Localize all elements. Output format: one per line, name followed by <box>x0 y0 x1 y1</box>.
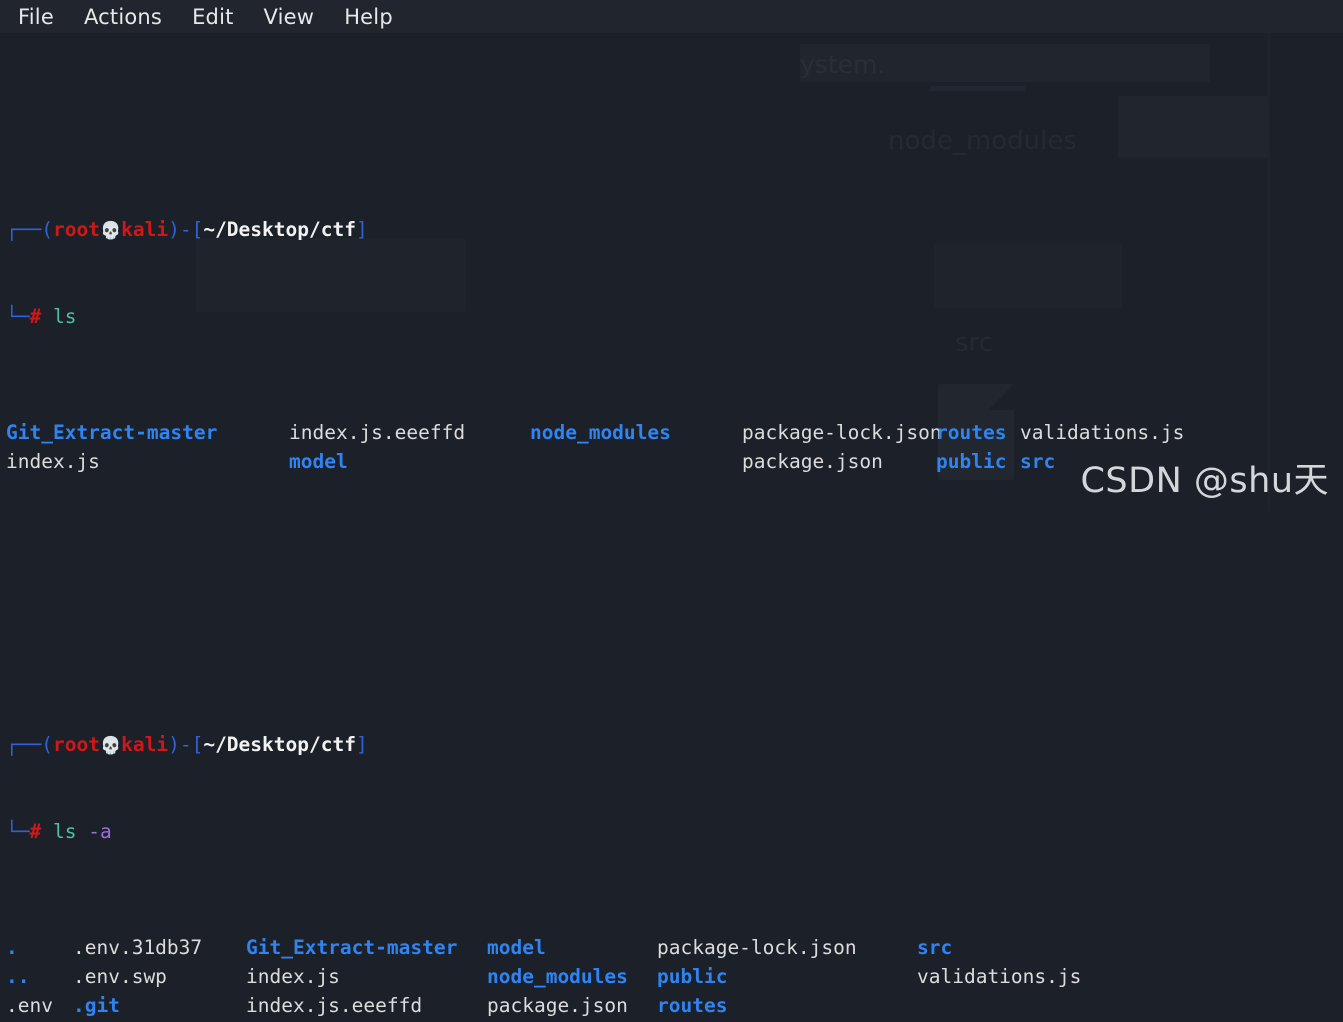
ls-entry[interactable]: routes <box>657 991 917 1020</box>
prompt-line-lower: └─# ls <box>6 302 1343 331</box>
ls-entry[interactable]: index.js <box>6 447 289 476</box>
prompt-line-upper: ┌──(root💀kali)-[~/Desktop/ctf] <box>6 215 1343 244</box>
ls-entry[interactable]: index.js <box>246 962 487 991</box>
ls-entry[interactable]: package-lock.json <box>742 418 942 447</box>
prompt-sigil: # <box>29 820 42 843</box>
ls-entry[interactable]: routes <box>936 418 1020 447</box>
ls-entry[interactable]: node_modules <box>530 418 742 447</box>
prompt-path: ~/Desktop/ctf <box>203 733 356 756</box>
prompt-open-paren: ( <box>41 733 53 756</box>
ls-entry[interactable]: package.json <box>487 991 657 1020</box>
prompt-corner-bottom: └─ <box>6 305 30 328</box>
ls-entry[interactable]: .env <box>6 991 73 1020</box>
prompt-corner-bottom: └─ <box>6 820 30 843</box>
menu-item-edit[interactable]: Edit <box>192 5 233 29</box>
prompt-close-paren: ) <box>168 733 180 756</box>
prompt-host: kali <box>121 733 169 756</box>
menu-item-view[interactable]: View <box>264 5 315 29</box>
command-text-ls: ls <box>52 305 77 328</box>
prompt-dash-bracket: -[ <box>179 218 204 241</box>
ls-entry[interactable]: .. <box>6 962 73 991</box>
command-text-ls: ls <box>52 820 77 843</box>
prompt-host: kali <box>121 218 169 241</box>
menu-bar[interactable]: File Actions Edit View Help <box>0 0 1343 33</box>
ls-entry[interactable]: Git_Extract-master <box>6 418 289 447</box>
ls-entry[interactable]: validations.js <box>1020 418 1343 447</box>
menu-item-help[interactable]: Help <box>344 5 393 29</box>
prompt-close-bracket: ] <box>355 733 368 756</box>
prompt-user: root <box>52 218 100 241</box>
menu-item-file[interactable]: File <box>18 5 54 29</box>
prompt-line-lower: └─# ls -a <box>6 817 1343 846</box>
csdn-watermark: CSDN @shu天 <box>1080 461 1329 501</box>
prompt-close-paren: ) <box>168 218 180 241</box>
prompt-close-bracket: ] <box>355 218 368 241</box>
ls-entry[interactable]: index.js.eeeffd <box>289 418 530 447</box>
prompt-user: root <box>52 733 100 756</box>
ls-entry[interactable]: validations.js <box>917 962 1343 991</box>
prompt-dash-bracket: -[ <box>179 733 204 756</box>
ls-entry[interactable]: node_modules <box>487 962 657 991</box>
ls-entry[interactable]: index.js.eeeffd <box>246 991 487 1020</box>
ls-entry <box>917 991 1343 1020</box>
ls-entry[interactable]: public <box>936 447 1020 476</box>
ls-entry[interactable]: .env.31db37 <box>73 933 246 962</box>
ls-entry[interactable]: package.json <box>742 447 936 476</box>
terminal-output[interactable]: ┌──(root💀kali)-[~/Desktop/ctf] └─# ls Gi… <box>0 33 1343 1022</box>
prompt-corner-top: ┌── <box>6 218 42 241</box>
ls-entry[interactable]: package-lock.json <box>657 933 917 962</box>
skull-icon: 💀 <box>99 736 122 756</box>
command-flag-all: -a <box>88 820 112 843</box>
ls-entry[interactable]: . <box>6 933 73 962</box>
ls-entry[interactable]: src <box>917 933 1343 962</box>
ls-entry <box>530 447 742 476</box>
prompt-corner-top: ┌── <box>6 733 42 756</box>
command-block-ls-a: ┌──(root💀kali)-[~/Desktop/ctf] └─# ls -a… <box>6 672 1343 1022</box>
menu-item-actions[interactable]: Actions <box>84 5 162 29</box>
ls-entry[interactable]: model <box>289 447 530 476</box>
prompt-path: ~/Desktop/ctf <box>203 218 356 241</box>
prompt-line-upper: ┌──(root💀kali)-[~/Desktop/ctf] <box>6 730 1343 759</box>
ls-entry[interactable]: .env.swp <box>73 962 246 991</box>
ls-entry[interactable]: public <box>657 962 917 991</box>
ls-entry[interactable]: Git_Extract-master <box>246 933 487 962</box>
skull-icon: 💀 <box>99 221 122 241</box>
ls-a-output-grid: . .env.31db37 Git_Extract-master model p… <box>6 933 1343 1020</box>
ls-entry[interactable]: model <box>487 933 657 962</box>
prompt-sigil: # <box>29 305 42 328</box>
ls-entry[interactable]: .git <box>73 991 246 1020</box>
prompt-open-paren: ( <box>41 218 53 241</box>
